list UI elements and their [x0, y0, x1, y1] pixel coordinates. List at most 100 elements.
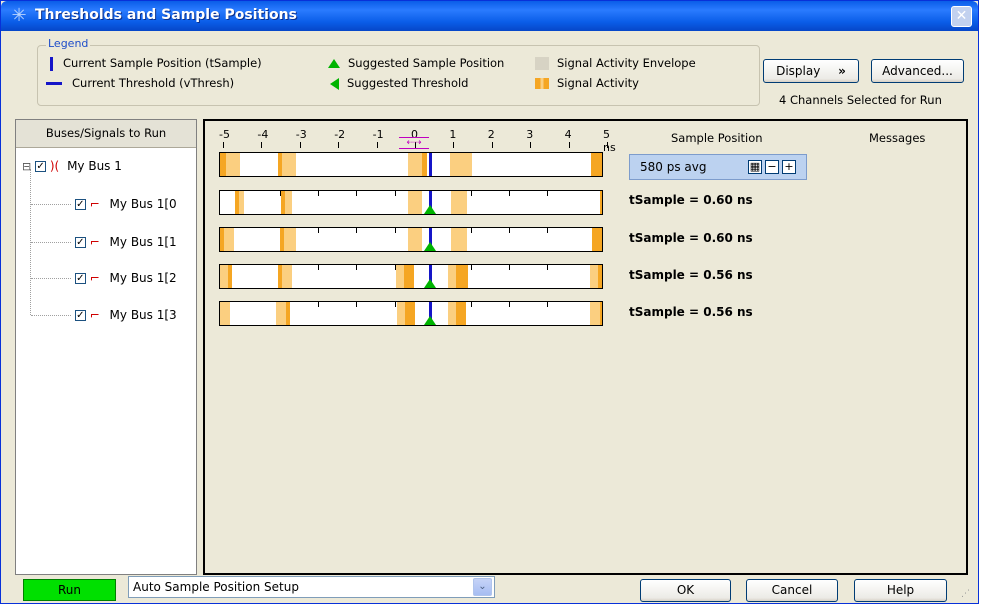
run-button[interactable]: Run	[23, 579, 116, 601]
calculator-icon[interactable]: ▦	[748, 160, 762, 174]
legend-item-sample-position: Current Sample Position (tSample)	[46, 56, 262, 71]
tsample-value-0: tSample = 0.60 ns	[629, 193, 753, 207]
signal-checkbox[interactable]: ✓	[74, 310, 86, 321]
signal-edge-icon: ⌐	[89, 271, 100, 285]
axis-tick-label: 1	[449, 128, 457, 141]
legend-label: Current Threshold (vThresh)	[72, 76, 235, 90]
signal-edge-icon: ⌐	[89, 197, 100, 211]
axis-tick-mark	[261, 142, 263, 148]
bus-signal-icon: )(	[49, 159, 60, 173]
legend-label: Signal Activity	[557, 76, 639, 90]
legend-item-threshold: Current Threshold (vThresh)	[46, 76, 234, 90]
cancel-button[interactable]: Cancel	[746, 579, 838, 602]
legend-label: Suggested Threshold	[347, 76, 469, 90]
tree-item-signal-1[interactable]: ✓ ⌐ My Bus 1[1	[31, 232, 177, 252]
suggested-sample-icon	[424, 242, 436, 251]
signal-checkbox[interactable]: ✓	[74, 237, 86, 248]
legend-item-suggested-threshold: Suggested Threshold	[328, 76, 468, 90]
increment-button[interactable]: +	[782, 160, 796, 174]
axis-tick-label: -3	[295, 128, 307, 141]
sample-range-marker-icon[interactable]: ⇠⇢	[399, 137, 429, 149]
suggested-sample-icon	[424, 279, 436, 288]
double-chevron-icon: »	[838, 64, 846, 78]
window-title: Thresholds and Sample Positions	[35, 7, 297, 23]
legend-group: Legend Current Sample Position (tSample)…	[37, 37, 760, 106]
tree-connector	[31, 242, 71, 243]
sample-position-value: 580 ps avg	[640, 160, 707, 174]
axis-tick-mark	[299, 142, 301, 148]
ok-button[interactable]: OK	[640, 579, 731, 602]
tree-item-signal-3[interactable]: ✓ ⌐ My Bus 1[3	[31, 305, 177, 325]
tree-item-signal-0[interactable]: ✓ ⌐ My Bus 1[0	[31, 194, 177, 214]
bus-activity-track[interactable]	[219, 152, 603, 177]
activity-swatch-icon	[535, 78, 549, 89]
signals-column-header[interactable]: Buses/Signals to Run	[16, 120, 196, 148]
tsample-value-1: tSample = 0.60 ns	[629, 231, 753, 245]
display-label: Display	[776, 64, 821, 78]
tree-connector	[31, 278, 71, 279]
setup-mode-value: Auto Sample Position Setup	[133, 580, 299, 594]
suggested-sample-icon	[424, 205, 436, 214]
signal-edge-icon: ⌐	[89, 235, 100, 249]
advanced-button[interactable]: Advanced...	[871, 59, 964, 83]
dropdown-arrow-icon[interactable]: ⌄	[473, 578, 492, 596]
setup-mode-dropdown[interactable]: Auto Sample Position Setup ⌄	[128, 576, 495, 598]
axis-tick-label: 2	[487, 128, 495, 141]
legend-label: Signal Activity Envelope	[557, 56, 696, 70]
app-icon: ✳	[11, 5, 27, 26]
signal-track-2[interactable]	[219, 264, 603, 289]
signal-track-0[interactable]	[219, 190, 603, 215]
axis-tick-label: 4	[564, 128, 572, 141]
legend-title: Legend	[46, 37, 91, 50]
timeline-panel: -5 -4 -3 -2 -1 0 1 2 3 4 5 ns ⇠⇢ Sample Position M…	[203, 119, 968, 575]
suggested-sample-icon	[424, 316, 436, 325]
legend-item-activity: Signal Activity	[535, 76, 639, 90]
tree-item-label: My Bus 1[3	[109, 308, 177, 322]
tree-item-signal-2[interactable]: ✓ ⌐ My Bus 1[2	[31, 268, 177, 288]
messages-header: Messages	[869, 131, 926, 145]
close-button[interactable]: ✕	[951, 6, 972, 27]
axis-tick-label: -5	[219, 128, 230, 141]
axis-tick-mark	[223, 142, 224, 148]
resize-grip-icon[interactable]: ⋰	[961, 589, 970, 599]
signal-track-3[interactable]	[219, 301, 603, 326]
display-button[interactable]: Display »	[763, 59, 859, 83]
green-up-triangle-icon	[328, 59, 340, 68]
axis-tick-mark	[376, 142, 378, 148]
signal-checkbox[interactable]: ✓	[74, 199, 86, 210]
dialog-window: ✳ Thresholds and Sample Positions ✕ Lege…	[0, 0, 979, 604]
signal-checkbox[interactable]: ✓	[74, 273, 86, 284]
tree-connector	[31, 204, 71, 205]
axis-tick-mark	[491, 142, 493, 148]
sample-position-icon	[50, 56, 53, 71]
signals-tree-panel: Buses/Signals to Run ⊟ ✓ )( My Bus 1 ✓ ⌐…	[15, 119, 197, 575]
signal-track-1[interactable]	[219, 227, 603, 252]
green-left-triangle-icon	[330, 77, 339, 90]
axis-tick-label: 3	[526, 128, 534, 141]
axis-tick-label: -1	[372, 128, 384, 141]
tree-item-label: My Bus 1[2	[109, 271, 177, 285]
axis-tick-label: -4	[257, 128, 269, 141]
title-bar[interactable]: ✳ Thresholds and Sample Positions ✕	[1, 1, 978, 31]
envelope-swatch-icon	[535, 57, 549, 70]
collapse-icon[interactable]: ⊟	[22, 160, 31, 173]
axis-tick-mark	[568, 142, 570, 148]
tree-item-label: My Bus 1	[67, 159, 122, 173]
legend-label: Suggested Sample Position	[348, 56, 505, 70]
bus-checkbox[interactable]: ✓	[35, 161, 47, 172]
tree-item-label: My Bus 1[1	[109, 235, 177, 249]
current-sample-line[interactable]	[429, 153, 432, 176]
tree-item-bus[interactable]: ⊟ ✓ )( My Bus 1	[22, 156, 122, 176]
signal-edge-icon: ⌐	[89, 308, 100, 322]
tree-item-label: My Bus 1[0	[109, 197, 177, 211]
tree-connector	[31, 315, 71, 316]
decrement-button[interactable]: −	[765, 160, 779, 174]
axis-tick-mark	[453, 142, 455, 148]
sample-position-control: 580 ps avg ▦ − +	[629, 154, 807, 180]
help-button[interactable]: Help	[854, 579, 947, 602]
channels-selected-status: 4 Channels Selected for Run	[779, 93, 942, 107]
legend-item-suggested-sample: Suggested Sample Position	[328, 56, 504, 70]
axis-tick-label: 5 ns	[603, 128, 616, 154]
legend-item-envelope: Signal Activity Envelope	[535, 56, 696, 70]
sample-position-header: Sample Position	[671, 131, 763, 145]
